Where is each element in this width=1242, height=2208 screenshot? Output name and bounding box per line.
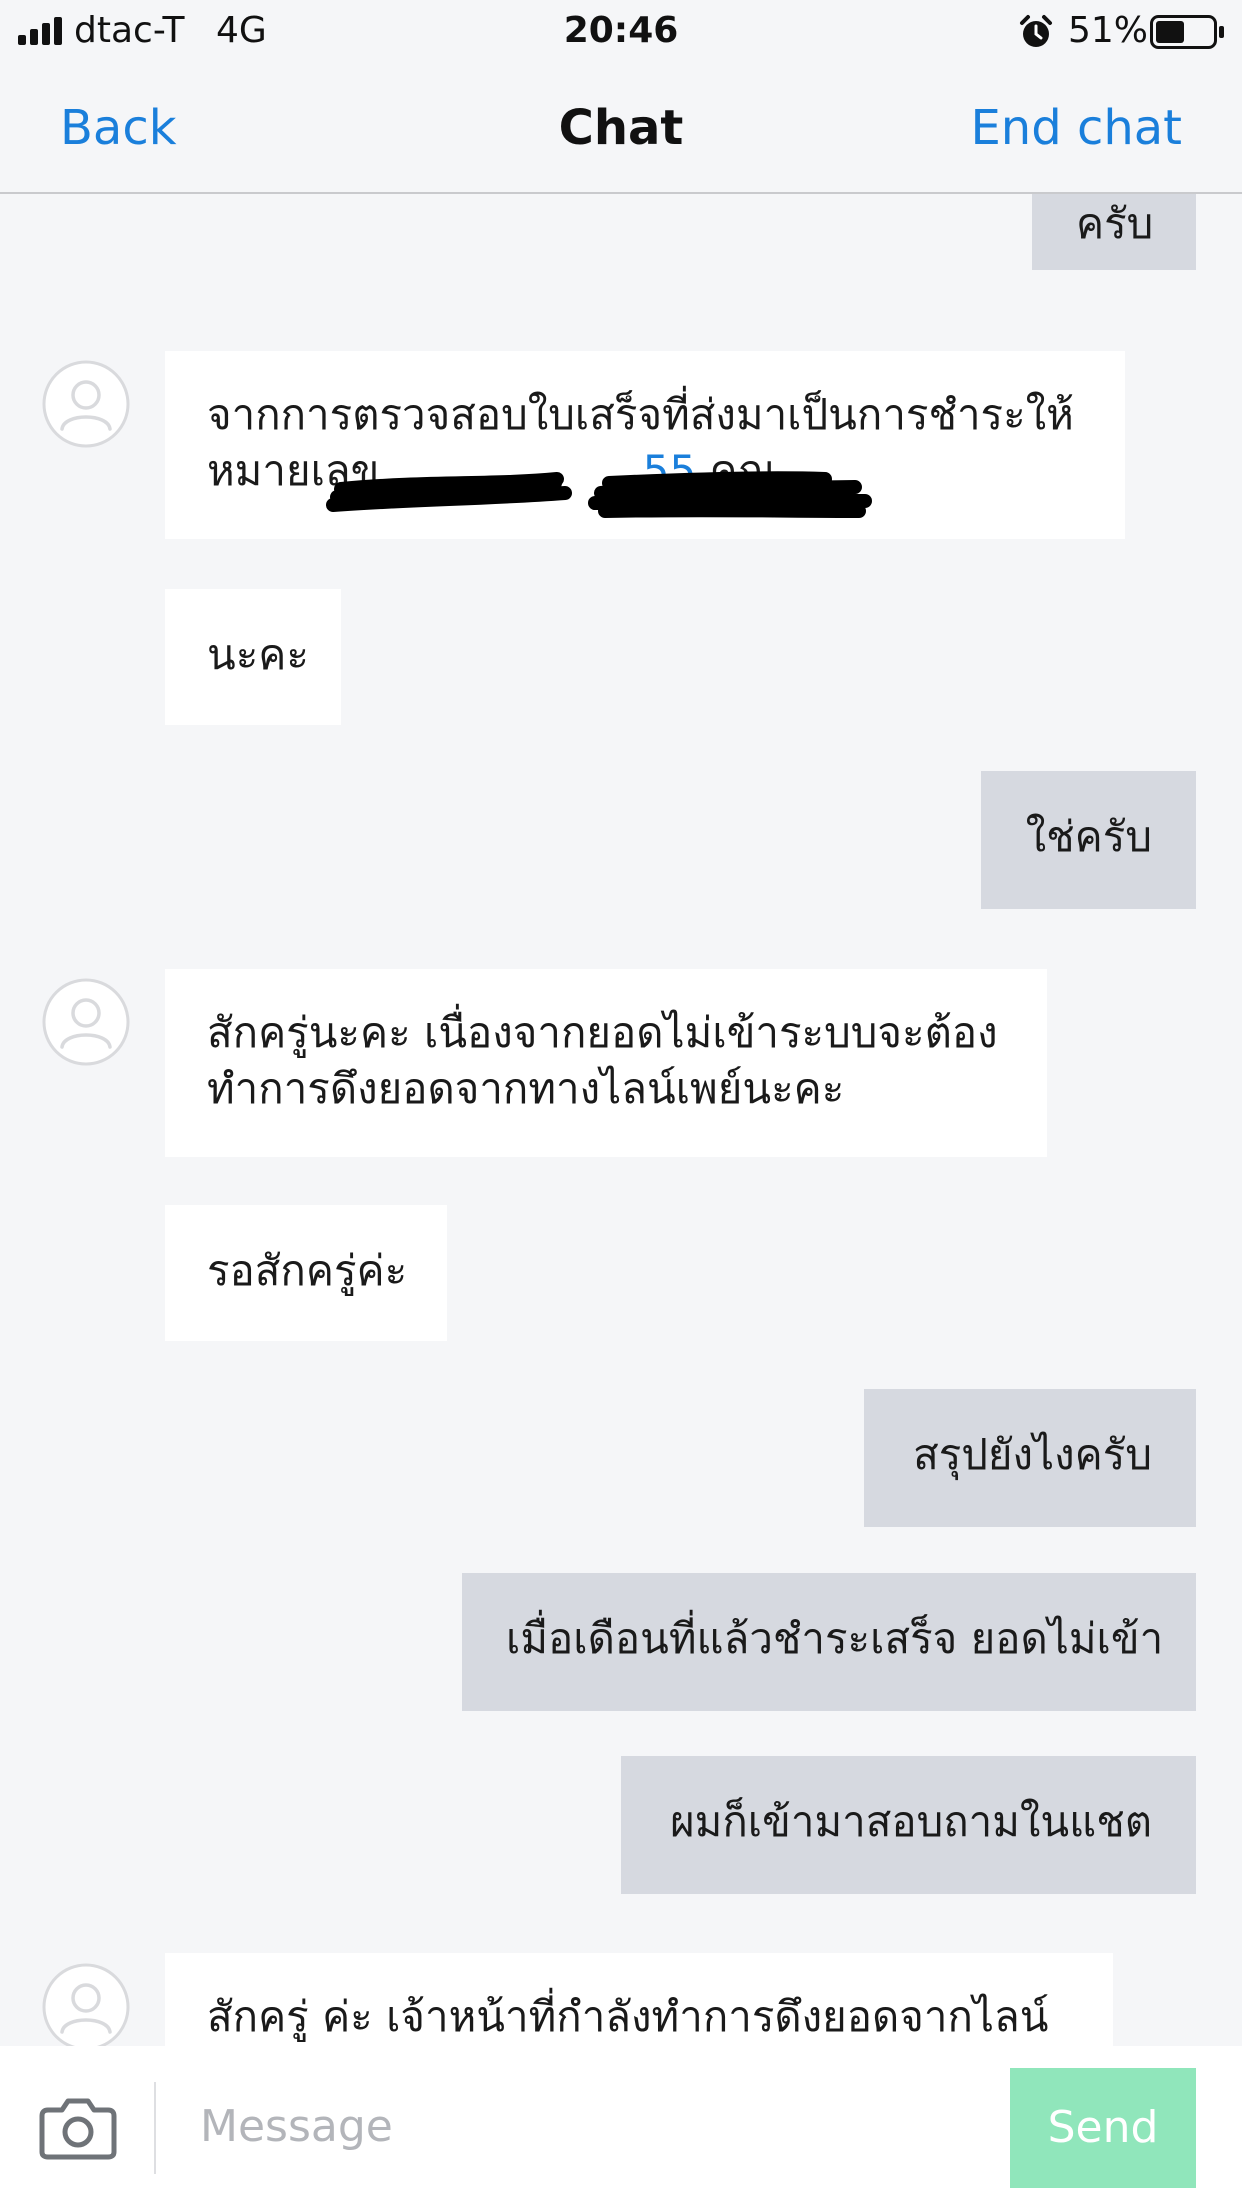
- agent-message: จากการตรวจสอบใบเสร็จที่ส่งมาเป็นการชำระใ…: [165, 351, 1125, 539]
- battery-percent: 51%: [1068, 10, 1149, 51]
- message-composer: Send: [0, 2046, 1242, 2208]
- message-input[interactable]: [200, 2086, 980, 2166]
- message-text: ทำการดึงยอดจากทางไลน์เพย์นะคะ: [207, 1064, 845, 1113]
- agent-message: นะคะ: [165, 589, 341, 725]
- input-divider: [154, 2082, 156, 2174]
- message-text: สักครู่ ค่ะ เจ้าหน้าที่กำลังทำการดึงยอดจ…: [207, 1992, 1049, 2041]
- agent-avatar-icon: [42, 1963, 130, 2046]
- status-time: 20:46: [563, 10, 679, 51]
- message-text: ครับ: [1076, 199, 1154, 248]
- message-text: สักครู่นะคะ เนื่องจากยอดไม่เข้าระบบจะต้อ…: [207, 1008, 998, 1057]
- redaction-scribble: [326, 471, 872, 518]
- user-message: สรุปยังไงครับ: [864, 1389, 1196, 1527]
- battery-icon: [1150, 15, 1224, 49]
- message-text: ใช่ครับ: [1025, 812, 1152, 861]
- agent-avatar-icon: [42, 978, 130, 1066]
- nav-bar: Back Chat End chat: [0, 62, 1242, 194]
- message-text: ผมก็เข้ามาสอบถามในแชต: [670, 1797, 1152, 1846]
- message-text: รอสักครู่ค่ะ: [207, 1246, 408, 1295]
- end-chat-button[interactable]: End chat: [970, 98, 1182, 158]
- message-text: นะคะ: [207, 630, 309, 679]
- message-text: สรุปยังไงครับ: [913, 1430, 1152, 1479]
- camera-icon[interactable]: [38, 2094, 118, 2160]
- message-text: เมื่อเดือนที่แล้วชำระเสร็จ ยอดไม่เข้า: [506, 1614, 1164, 1663]
- agent-message: สักครู่ ค่ะ เจ้าหน้าที่กำลังทำการดึงยอดจ…: [165, 1953, 1113, 2046]
- user-message: ผมก็เข้ามาสอบถามในแชต: [621, 1756, 1196, 1894]
- alarm-icon: [1020, 15, 1052, 47]
- chat-messages[interactable]: ครับ จากการตรวจสอบใบเสร็จที่ส่งมาเป็นการ…: [0, 194, 1242, 2046]
- status-bar: dtac-T 4G 20:46 51%: [0, 0, 1242, 62]
- agent-message: รอสักครู่ค่ะ: [165, 1205, 447, 1341]
- user-message: เมื่อเดือนที่แล้วชำระเสร็จ ยอดไม่เข้า: [462, 1573, 1196, 1711]
- agent-avatar-icon: [42, 360, 130, 448]
- agent-message: สักครู่นะคะ เนื่องจากยอดไม่เข้าระบบจะต้อ…: [165, 969, 1047, 1157]
- send-button[interactable]: Send: [1010, 2068, 1196, 2188]
- user-message: ครับ: [1032, 194, 1196, 270]
- user-message: ใช่ครับ: [981, 771, 1196, 909]
